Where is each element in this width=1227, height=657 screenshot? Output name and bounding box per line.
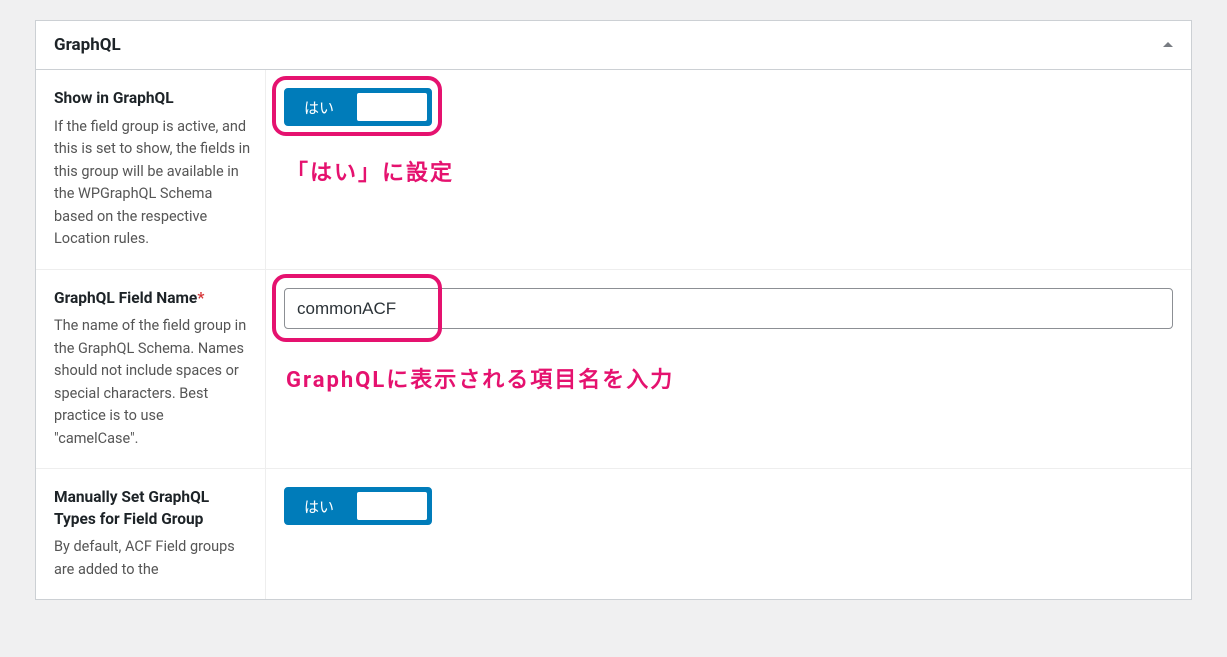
- toggle-label: はい: [286, 496, 334, 517]
- show-in-graphql-toggle[interactable]: はい: [284, 88, 432, 126]
- toggle-knob: [357, 93, 427, 121]
- field-description: The name of the field group in the Graph…: [54, 315, 251, 450]
- field-label: GraphQL Field Name*: [54, 288, 251, 310]
- field-label-column: Manually Set GraphQL Types for Field Gro…: [36, 469, 266, 599]
- field-label-column: GraphQL Field Name* The name of the fiel…: [36, 270, 266, 469]
- field-row-field-name: GraphQL Field Name* The name of the fiel…: [36, 270, 1191, 470]
- field-label: Show in GraphQL: [54, 88, 251, 110]
- annotation-text: 「はい」に設定: [286, 155, 454, 187]
- graphql-panel: GraphQL Show in GraphQL If the field gro…: [35, 20, 1192, 600]
- field-row-manual-types: Manually Set GraphQL Types for Field Gro…: [36, 469, 1191, 599]
- field-description: By default, ACF Field groups are added t…: [54, 536, 251, 581]
- collapse-up-icon: [1163, 37, 1173, 47]
- field-description: If the field group is active, and this i…: [54, 116, 251, 251]
- field-row-show-in-graphql: Show in GraphQL If the field group is ac…: [36, 70, 1191, 270]
- field-label: Manually Set GraphQL Types for Field Gro…: [54, 487, 251, 530]
- field-label-text: GraphQL Field Name: [54, 289, 197, 307]
- annotation-text: GraphQLに表示される項目名を入力: [286, 362, 674, 394]
- panel-header[interactable]: GraphQL: [36, 21, 1191, 70]
- field-label-column: Show in GraphQL If the field group is ac…: [36, 70, 266, 269]
- field-input-column: はい: [266, 469, 1191, 599]
- required-mark: *: [197, 289, 204, 307]
- field-input-column: はい 「はい」に設定: [266, 70, 1191, 269]
- graphql-field-name-input[interactable]: [284, 288, 1173, 330]
- toggle-label: はい: [286, 97, 334, 118]
- manual-types-toggle[interactable]: はい: [284, 487, 432, 525]
- toggle-knob: [357, 492, 427, 520]
- panel-title: GraphQL: [54, 35, 121, 55]
- field-input-column: GraphQLに表示される項目名を入力: [266, 270, 1191, 469]
